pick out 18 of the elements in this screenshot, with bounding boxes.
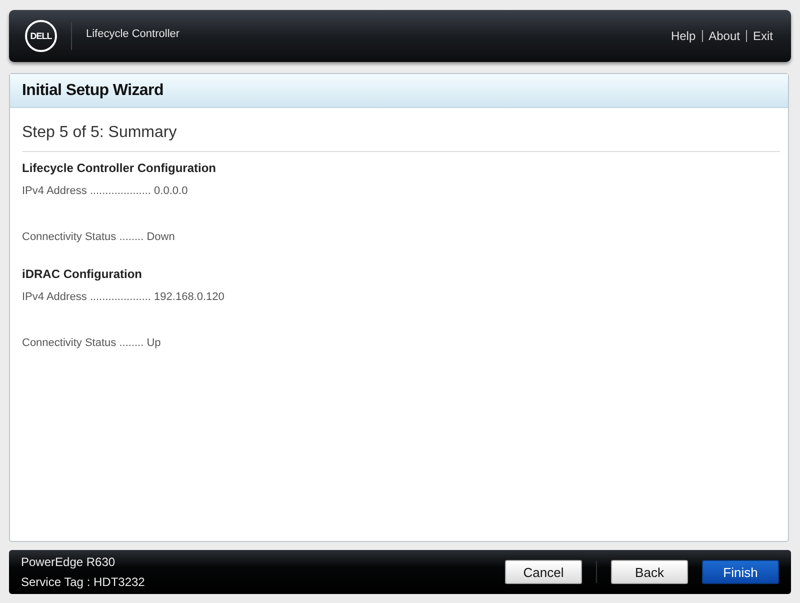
summary-line: Connectivity Status ........ Up	[22, 337, 162, 349]
summary-line: IPv4 Address .................... 0.0.0.0	[22, 185, 189, 197]
finish-button[interactable]: Finish	[702, 560, 779, 584]
section-heading: iDRAC Configuration	[22, 267, 143, 281]
summary-line: Connectivity Status ........ Down	[22, 231, 176, 243]
panel-title: Initial Setup Wizard	[22, 82, 164, 100]
logo: DELL	[25, 20, 57, 52]
header-link[interactable]: Help	[670, 29, 696, 43]
section-heading: Lifecycle Controller Configuration	[22, 161, 218, 175]
step-title: Step 5 of 5: Summary	[22, 124, 780, 152]
product-name: Lifecycle Controller	[86, 28, 180, 40]
server-model: PowerEdge R630	[21, 555, 116, 569]
header-link[interactable]: About	[708, 29, 740, 43]
summary-line: IPv4 Address .................... 192.168.0.120	[22, 291, 226, 303]
service-tag: Service Tag : HDT3232	[21, 575, 145, 589]
header-link[interactable]: Exit	[752, 29, 773, 43]
wizard-button[interactable]: Cancel	[505, 560, 582, 584]
wizard-button[interactable]: Back	[611, 560, 688, 584]
